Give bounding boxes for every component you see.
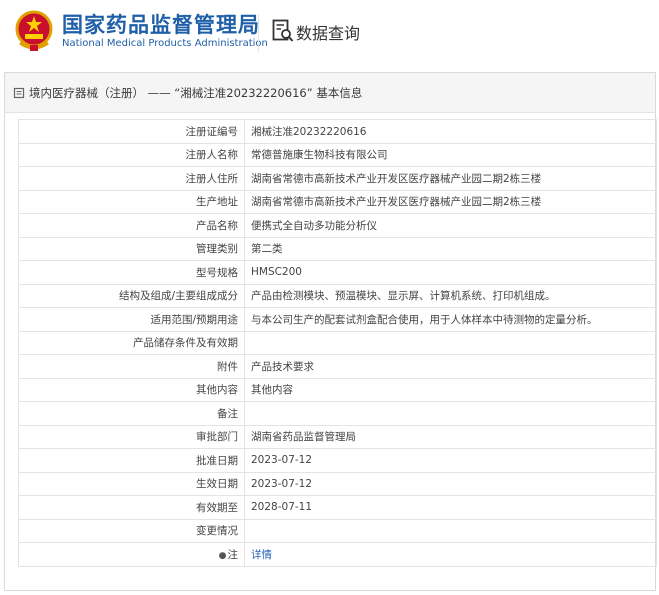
- row-label: 其他内容: [18, 377, 245, 402]
- row-value: [244, 401, 657, 426]
- row-label: 产品名称: [18, 213, 245, 238]
- row-label: 变更情况: [18, 518, 245, 543]
- details-link[interactable]: 详情: [251, 549, 272, 561]
- table-row: 备注: [18, 401, 657, 426]
- row-value: 湖南省药品监督管理局: [244, 424, 657, 449]
- row-label: 管理类别: [18, 236, 245, 261]
- table-row: 管理类别 第二类: [18, 236, 657, 261]
- document-icon: [13, 87, 25, 98]
- document-search-icon[interactable]: [272, 19, 294, 43]
- table-row: 注册证编号 湘械注准20232220616: [18, 119, 657, 144]
- row-value: [244, 518, 657, 543]
- info-table: 注册证编号 湘械注准20232220616 注册人名称 常德普施康生物科技有限公司 注册…: [18, 119, 657, 567]
- row-label: 有效期至: [18, 495, 245, 520]
- row-value: 第二类: [244, 236, 657, 261]
- row-label: 附件: [18, 354, 245, 379]
- row-value: 便携式全自动多功能分析仪: [244, 213, 657, 238]
- table-row: 审批部门 湖南省药品监督管理局: [18, 424, 657, 449]
- row-label: 注册人住所: [18, 166, 245, 191]
- header-divider: [258, 14, 259, 52]
- row-label: 产品储存条件及有效期: [18, 330, 245, 355]
- row-value: 与本公司生产的配套试剂盒配合使用，用于人体样本中待测物的定量分析。: [244, 307, 657, 332]
- row-label: 适用范围/预期用途: [18, 307, 245, 332]
- table-row: 产品名称 便携式全自动多功能分析仪: [18, 213, 657, 238]
- row-label: ●注: [18, 542, 245, 567]
- row-label: 备注: [18, 401, 245, 426]
- row-value: 产品由检测模块、预温模块、显示屏、计算机系统、打印机组成。: [244, 283, 657, 308]
- org-name-en: National Medical Products Administration: [62, 38, 268, 49]
- row-value: 湖南省常德市高新技术产业开发区医疗器械产业园二期2栋三楼: [244, 166, 657, 191]
- row-value: 2023-07-12: [244, 471, 657, 496]
- row-label: 结构及组成/主要组成成分: [18, 283, 245, 308]
- table-row: 变更情况: [18, 518, 657, 543]
- table-row: 结构及组成/主要组成成分 产品由检测模块、预温模块、显示屏、计算机系统、打印机组成…: [18, 283, 657, 308]
- org-name-cn: 国家药品监督管理局: [62, 13, 260, 37]
- row-value: HMSC200: [244, 260, 657, 285]
- row-value: 湘械注准20232220616: [244, 119, 657, 144]
- row-label: 生效日期: [18, 471, 245, 496]
- row-label: 批准日期: [18, 448, 245, 473]
- row-value: 产品技术要求: [244, 354, 657, 379]
- table-row: 产品储存条件及有效期: [18, 330, 657, 355]
- site-header: 国家药品监督管理局 National Medical Products Admi…: [0, 0, 659, 68]
- national-emblem-icon: [15, 10, 53, 51]
- table-row: 批准日期 2023-07-12: [18, 448, 657, 473]
- table-row: 生效日期 2023-07-12: [18, 471, 657, 496]
- row-value: [244, 330, 657, 355]
- table-row: 型号规格 HMSC200: [18, 260, 657, 285]
- panel-title-bar: 境内医疗器械（注册） —— “湘械注准20232220616” 基本信息: [5, 73, 655, 113]
- row-value: 2023-07-12: [244, 448, 657, 473]
- row-label: 型号规格: [18, 260, 245, 285]
- row-value: 常德普施康生物科技有限公司: [244, 142, 657, 167]
- row-value: 湖南省常德市高新技术产业开发区医疗器械产业园二期2栋三楼: [244, 189, 657, 214]
- row-label: 审批部门: [18, 424, 245, 449]
- row-label: 生产地址: [18, 189, 245, 214]
- table-row: 其他内容 其他内容: [18, 377, 657, 402]
- row-value: 详情: [244, 542, 657, 567]
- table-row: ●注 详情: [18, 542, 657, 567]
- detail-panel: 境内医疗器械（注册） —— “湘械注准20232220616” 基本信息 注册证…: [4, 72, 657, 591]
- pin-icon: ●: [218, 550, 227, 561]
- row-value: 2028-07-11: [244, 495, 657, 520]
- row-label: 注册人名称: [18, 142, 245, 167]
- table-row: 注册人住所 湖南省常德市高新技术产业开发区医疗器械产业园二期2栋三楼: [18, 166, 657, 191]
- table-row: 有效期至 2028-07-11: [18, 495, 657, 520]
- data-query-link[interactable]: 数据查询: [296, 20, 360, 44]
- row-label: 注册证编号: [18, 119, 245, 144]
- table-row: 适用范围/预期用途 与本公司生产的配套试剂盒配合使用，用于人体样本中待测物的定量分…: [18, 307, 657, 332]
- row-value: 其他内容: [244, 377, 657, 402]
- table-row: 附件 产品技术要求: [18, 354, 657, 379]
- table-row: 生产地址 湖南省常德市高新技术产业开发区医疗器械产业园二期2栋三楼: [18, 189, 657, 214]
- table-row: 注册人名称 常德普施康生物科技有限公司: [18, 142, 657, 167]
- panel-title: 境内医疗器械（注册） —— “湘械注准20232220616” 基本信息: [29, 85, 363, 100]
